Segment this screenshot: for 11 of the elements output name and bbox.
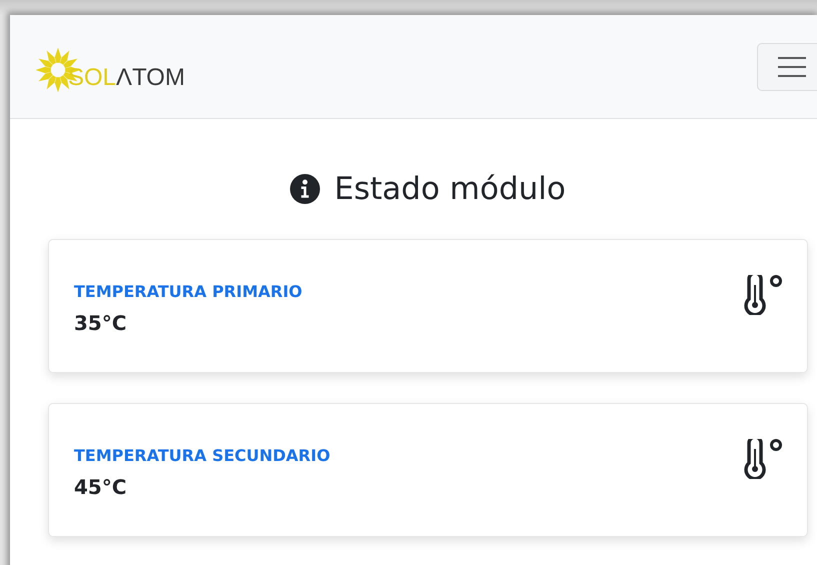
menu-icon: [777, 56, 807, 78]
card-value: 35°C: [74, 310, 128, 334]
card-label: TEMPERATURA SECUNDARIO: [74, 446, 330, 464]
menu-button[interactable]: [757, 42, 817, 90]
brand-name[interactable]: ΛTOM: [116, 64, 185, 92]
thermometer-icon: [741, 439, 785, 479]
page-title: Estado módulo: [334, 170, 566, 209]
card-value: 45°C: [74, 474, 128, 498]
thermometer-icon: [741, 275, 785, 315]
card-label: TEMPERATURA PRIMARIO: [74, 282, 302, 300]
info-icon: [290, 174, 320, 204]
